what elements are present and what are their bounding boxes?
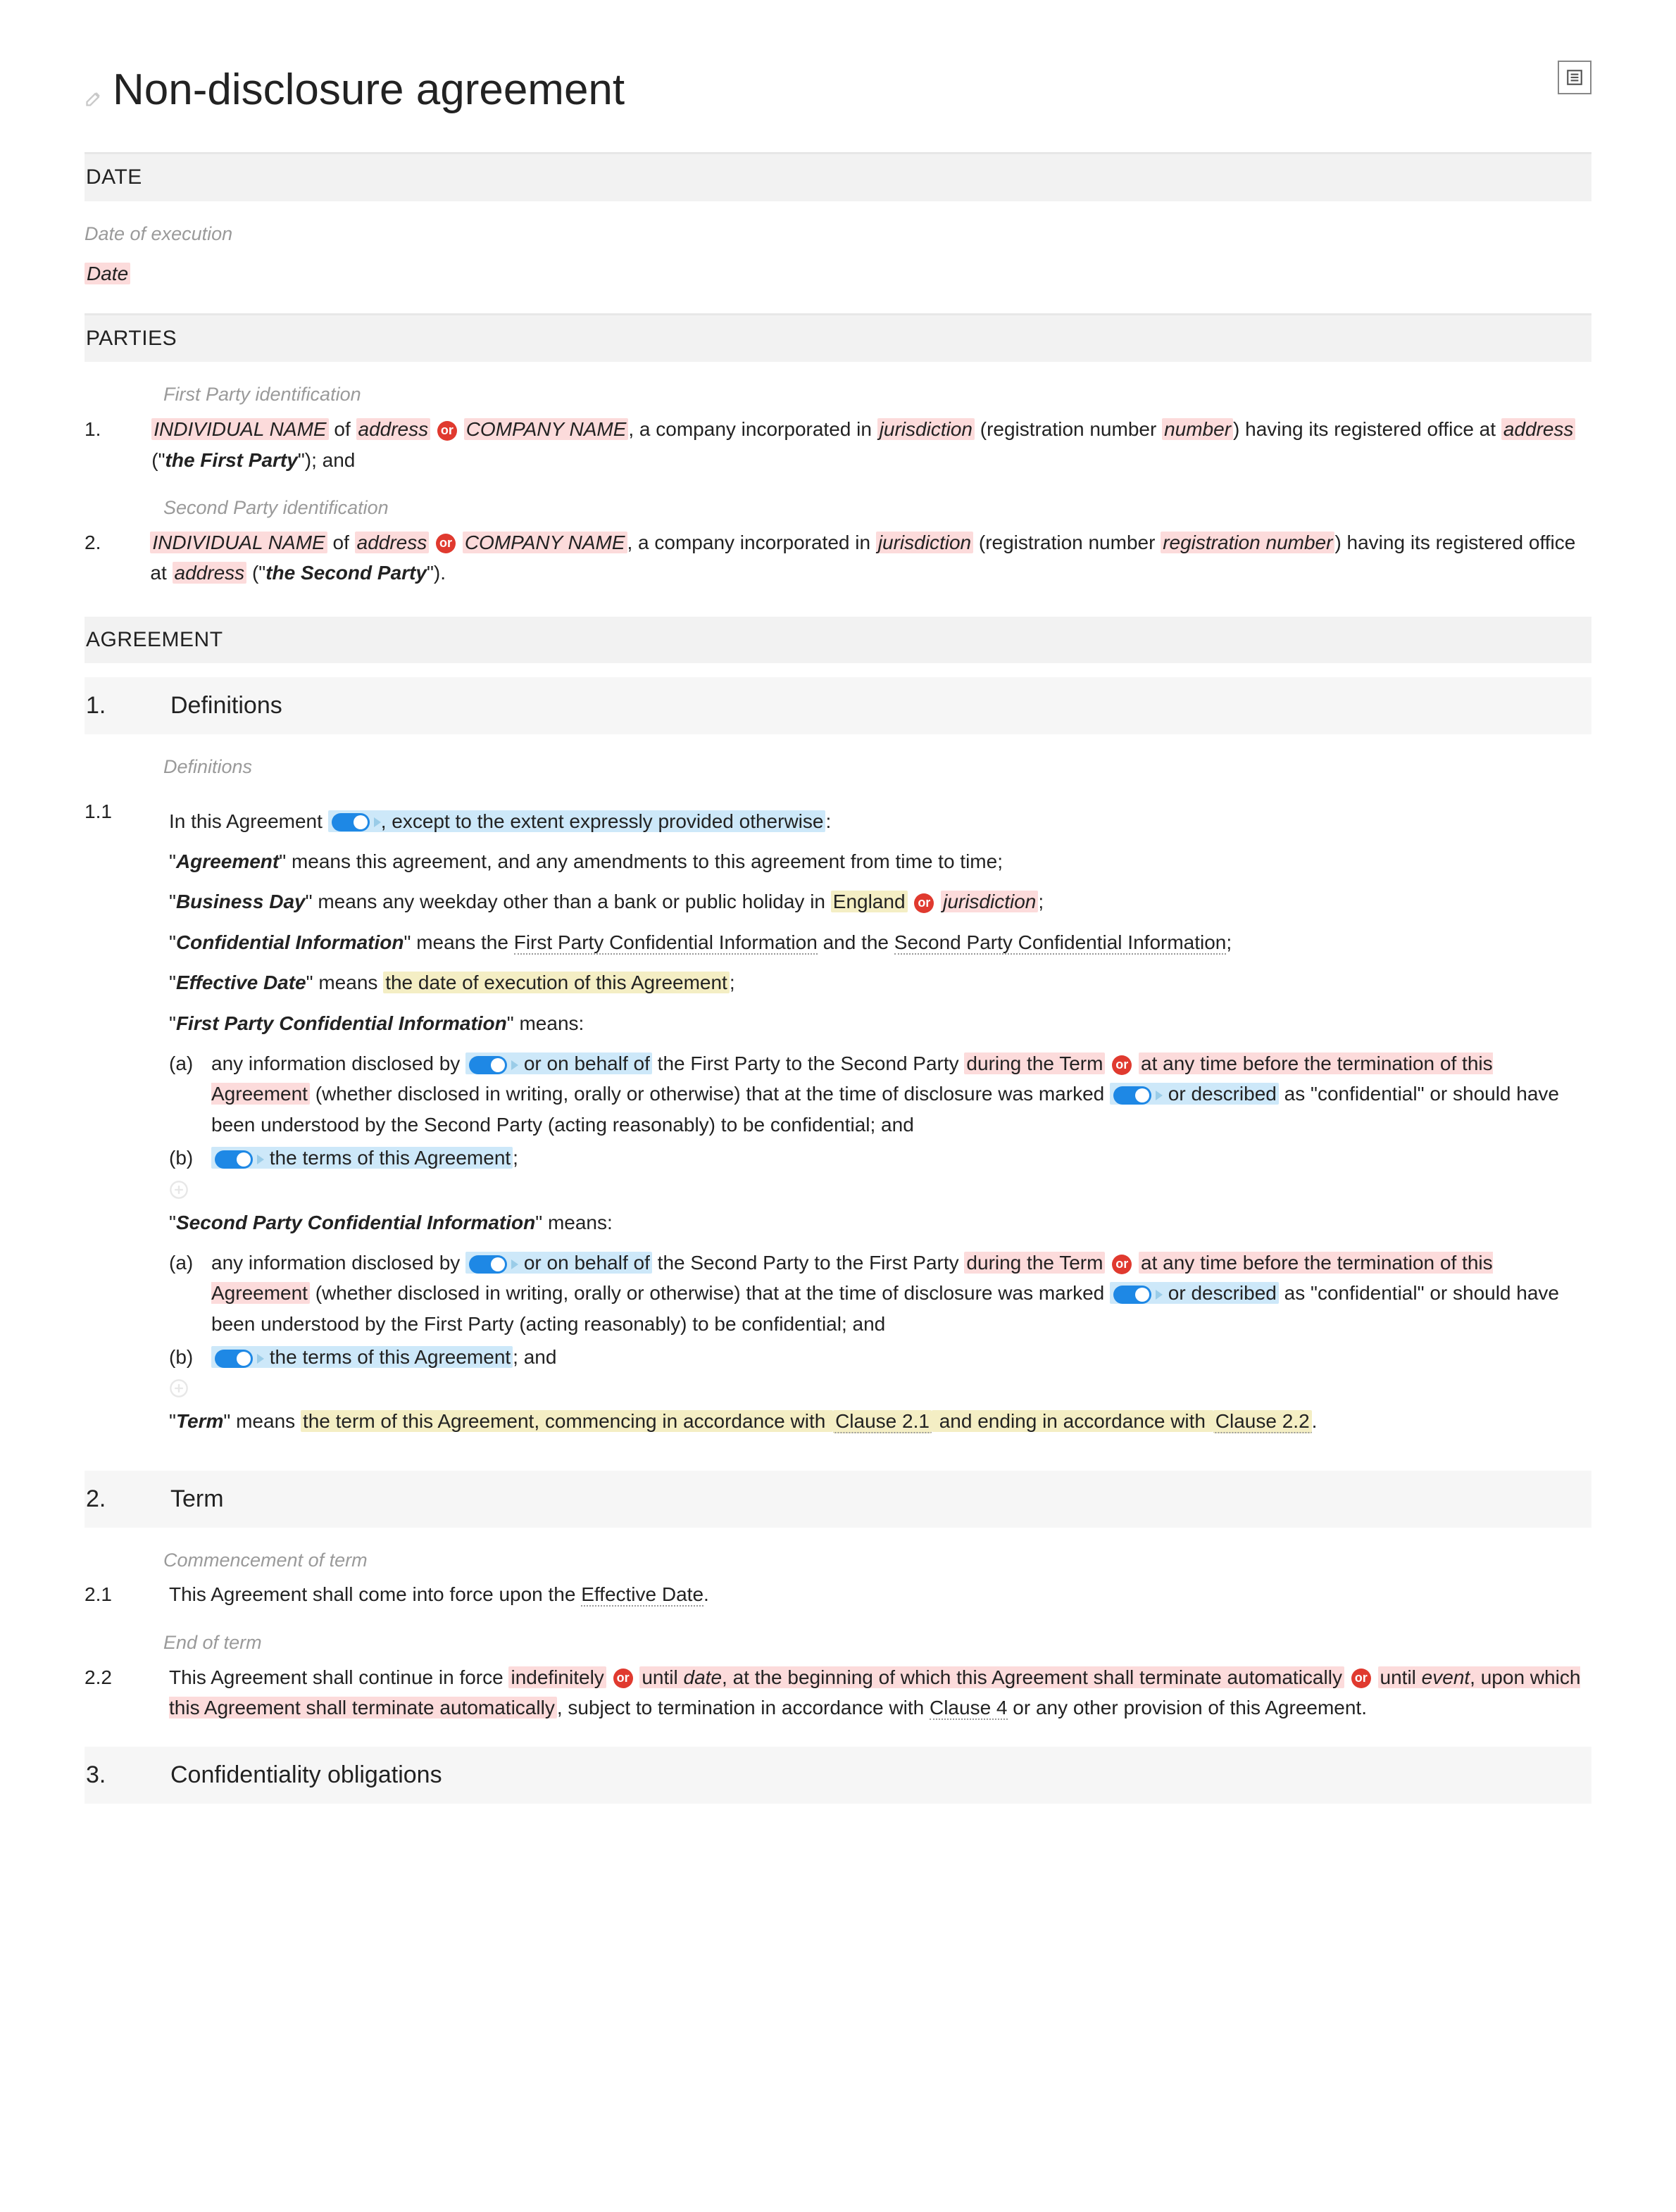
chevron-right-icon: [511, 1060, 518, 1070]
toc-button[interactable]: [1558, 61, 1591, 94]
jurisdiction-field[interactable]: jurisdiction: [877, 418, 975, 440]
during-term-field-2[interactable]: during the Term: [964, 1252, 1105, 1274]
def-confidential-info: "Confidential Information" means the Fir…: [169, 927, 1591, 957]
reg-number-field-2[interactable]: registration number: [1161, 532, 1334, 553]
second-party-label: Second Party identification: [85, 494, 1591, 523]
toggle-icon[interactable]: [1113, 1286, 1151, 1304]
company-name-field[interactable]: COMPANY NAME: [464, 418, 629, 440]
clause-2-2-link[interactable]: Clause 2.2: [1213, 1410, 1312, 1433]
section-agreement-header: AGREEMENT: [85, 617, 1591, 664]
address-field[interactable]: address: [356, 418, 431, 440]
effective-date-option[interactable]: the date of execution of this Agreement: [383, 972, 730, 993]
toggle-wrapper[interactable]: , except to the extent expressly provide…: [328, 810, 826, 832]
def-term: "Term" means the term of this Agreement,…: [169, 1406, 1591, 1436]
section-2-header: 2. Term: [85, 1471, 1591, 1528]
or-pill[interactable]: or: [437, 421, 457, 441]
toggle-icon[interactable]: [215, 1350, 253, 1368]
page-title: Non-disclosure agreement: [113, 56, 625, 124]
section-date-header: DATE: [85, 152, 1591, 201]
or-pill[interactable]: or: [914, 893, 934, 913]
toggle-icon[interactable]: [469, 1255, 507, 1274]
toggle-icon[interactable]: [332, 813, 370, 831]
toggle-icon[interactable]: [215, 1150, 253, 1169]
clause-2-1-link[interactable]: Clause 2.1: [833, 1410, 932, 1433]
indefinitely-option[interactable]: indefinitely: [508, 1666, 606, 1688]
commencement-label: Commencement of term: [85, 1546, 1591, 1576]
clause-4-link[interactable]: Clause 4: [930, 1697, 1008, 1720]
chevron-right-icon: [257, 1155, 264, 1164]
or-pill[interactable]: or: [1112, 1055, 1132, 1075]
individual-name-field-2[interactable]: INDIVIDUAL NAME: [150, 532, 327, 553]
chevron-right-icon: [1156, 1290, 1163, 1300]
add-item-button-2[interactable]: [169, 1376, 189, 1396]
england-option[interactable]: England: [831, 891, 908, 912]
section-1-header: 1. Definitions: [85, 677, 1591, 734]
date-field-2[interactable]: date: [684, 1666, 723, 1688]
fpci-link[interactable]: First Party Confidential Information: [514, 931, 818, 955]
item-a-2: (a): [169, 1248, 201, 1339]
jurisdiction-field-3[interactable]: jurisdiction: [941, 891, 1038, 912]
end-of-term-label: End of term: [85, 1628, 1591, 1658]
address-field-3[interactable]: address: [355, 532, 430, 553]
address-field-2[interactable]: address: [1501, 418, 1576, 440]
or-pill[interactable]: or: [613, 1669, 633, 1688]
add-item-button[interactable]: [169, 1178, 189, 1198]
or-pill[interactable]: or: [436, 534, 456, 553]
event-field[interactable]: event: [1422, 1666, 1470, 1688]
fpci-b-body: the terms of this Agreement;: [211, 1143, 1591, 1173]
first-party-label: First Party identification: [85, 380, 1591, 410]
definitions-label: Definitions: [85, 753, 1591, 782]
fpci-a-body: any information disclosed by or on behal…: [211, 1048, 1591, 1140]
def-spci-header: "Second Party Confidential Information" …: [169, 1207, 1591, 1238]
spci-b-body: the terms of this Agreement; and: [211, 1342, 1591, 1372]
first-party-term: the First Party: [165, 449, 298, 471]
clause-1-1-number: 1.1: [85, 796, 127, 1447]
party-1-number: 1.: [85, 414, 109, 475]
def-effective-date: "Effective Date" means the date of execu…: [169, 967, 1591, 998]
chevron-right-icon: [374, 817, 381, 827]
or-pill[interactable]: or: [1351, 1669, 1371, 1688]
party-2-number: 2.: [85, 527, 108, 589]
date-field[interactable]: Date: [85, 263, 130, 284]
spci-link[interactable]: Second Party Confidential Information: [894, 931, 1227, 955]
effective-date-link[interactable]: Effective Date: [581, 1583, 703, 1607]
reg-number-field[interactable]: number: [1162, 418, 1233, 440]
section-3-header: 3. Confidentiality obligations: [85, 1747, 1591, 1804]
def-fpci-header: "First Party Confidential Information" m…: [169, 1008, 1591, 1038]
company-name-field-2[interactable]: COMPANY NAME: [463, 532, 627, 553]
date-label: Date of execution: [85, 220, 1591, 249]
jurisdiction-field-2[interactable]: jurisdiction: [876, 532, 973, 553]
def-agreement: "Agreement" means this agreement, and an…: [169, 846, 1591, 876]
item-a: (a): [169, 1048, 201, 1140]
toggle-icon[interactable]: [1113, 1086, 1151, 1105]
clause-2-1-body: This Agreement shall come into force upo…: [169, 1579, 1591, 1609]
toggle-icon[interactable]: [469, 1056, 507, 1074]
party-2-body: INDIVIDUAL NAME of address or COMPANY NA…: [150, 527, 1591, 589]
item-b: (b): [169, 1143, 201, 1173]
clause-2-2-body: This Agreement shall continue in force i…: [169, 1662, 1591, 1723]
item-b-2: (b): [169, 1342, 201, 1372]
during-term-field[interactable]: during the Term: [964, 1052, 1105, 1074]
or-pill[interactable]: or: [1112, 1255, 1132, 1274]
address-field-4[interactable]: address: [173, 562, 247, 584]
def-business-day: "Business Day" means any weekday other t…: [169, 886, 1591, 917]
spci-a-body: any information disclosed by or on behal…: [211, 1248, 1591, 1339]
chevron-right-icon: [257, 1354, 264, 1364]
clause-1-1-intro: In this Agreement , except to the extent…: [169, 806, 1591, 836]
section-parties-header: PARTIES: [85, 313, 1591, 363]
edit-icon: [85, 86, 104, 106]
clause-2-1-number: 2.1: [85, 1579, 127, 1609]
second-party-term: the Second Party: [265, 562, 427, 584]
party-1-body: INDIVIDUAL NAME of address or COMPANY NA…: [151, 414, 1591, 475]
chevron-right-icon: [511, 1259, 518, 1269]
clause-2-2-number: 2.2: [85, 1662, 127, 1723]
chevron-right-icon: [1156, 1091, 1163, 1100]
individual-name-field[interactable]: INDIVIDUAL NAME: [151, 418, 328, 440]
